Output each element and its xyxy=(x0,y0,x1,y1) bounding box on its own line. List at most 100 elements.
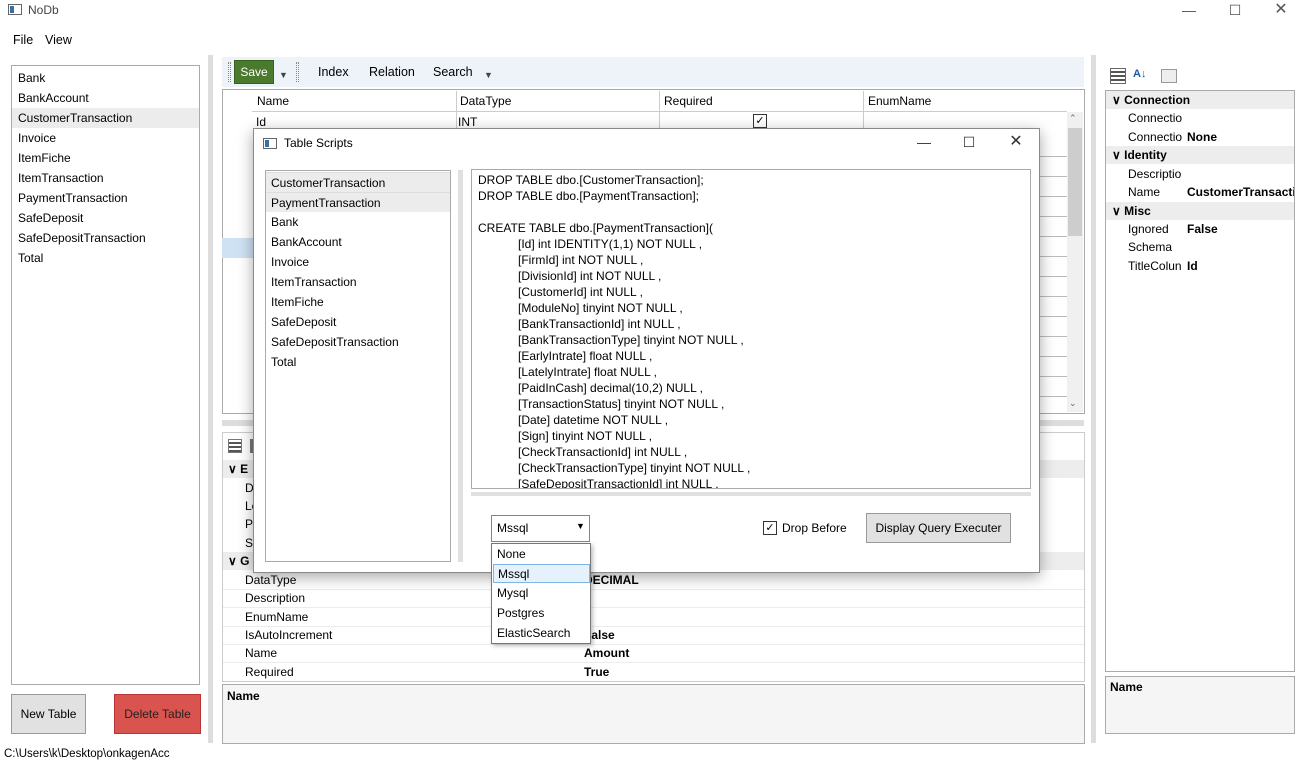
chevron-down-icon[interactable]: ▼ xyxy=(576,521,585,531)
property-value[interactable]: DECIMAL xyxy=(584,573,639,587)
chevron-down-icon[interactable]: ∨ xyxy=(1112,93,1121,107)
toolbar-grip[interactable] xyxy=(296,62,299,82)
property-category-label[interactable]: ∨ Connection xyxy=(1112,93,1190,107)
toolbar-overflow-icon[interactable]: ▼ xyxy=(279,70,288,80)
property-category-label[interactable]: ∨ G xyxy=(228,554,249,568)
toolbar-overflow-icon[interactable]: ▼ xyxy=(484,70,493,80)
property-name[interactable]: Ignored xyxy=(1128,222,1185,236)
database-type-dropdown[interactable]: None Mssql Mysql Postgres ElasticSearch xyxy=(491,543,591,644)
property-category-label[interactable]: ∨ Identity xyxy=(1112,148,1167,162)
property-name[interactable]: Name xyxy=(1128,185,1185,199)
chevron-down-icon[interactable]: ∨ xyxy=(1112,148,1121,162)
grid-header-datatype[interactable]: DataType xyxy=(460,91,511,111)
toolbar-grip[interactable] xyxy=(228,62,231,82)
property-category-label[interactable]: ∨ E xyxy=(228,462,248,476)
grid-cell-name[interactable]: Id xyxy=(256,115,266,129)
property-name[interactable]: Connectio xyxy=(1128,130,1185,144)
minimize-button[interactable]: — xyxy=(1166,0,1212,22)
property-name[interactable]: EnumName xyxy=(245,610,308,624)
list-item[interactable]: ItemTransaction xyxy=(266,272,450,292)
list-item[interactable]: BankAccount xyxy=(12,88,199,108)
list-item[interactable]: SafeDeposit xyxy=(266,312,450,332)
list-item[interactable]: SafeDepositTransaction xyxy=(12,228,199,248)
list-item[interactable]: CustomerTransaction xyxy=(266,172,450,192)
list-item-selected[interactable]: PaymentTransaction xyxy=(266,192,450,212)
dialog-horizontal-splitter[interactable] xyxy=(471,492,1031,496)
right-splitter[interactable] xyxy=(1091,55,1096,743)
property-value[interactable]: True xyxy=(584,665,609,679)
display-query-executer-button[interactable]: Display Query Executer xyxy=(866,513,1011,543)
property-name[interactable]: Name xyxy=(245,646,277,660)
relation-button[interactable]: Relation xyxy=(369,65,415,79)
save-button[interactable]: Save xyxy=(234,60,274,84)
grid-header-name[interactable]: Name xyxy=(257,91,289,111)
list-item[interactable]: Invoice xyxy=(266,252,450,272)
grid-cell-datatype[interactable]: INT xyxy=(458,115,477,129)
dropdown-option[interactable]: Mysql xyxy=(493,584,590,603)
chevron-down-icon[interactable]: ∨ xyxy=(1112,204,1121,218)
sql-script-textbox[interactable]: DROP TABLE dbo.[CustomerTransaction]; DR… xyxy=(471,169,1031,489)
dropdown-option-selected[interactable]: Mssql xyxy=(493,564,590,583)
property-value[interactable]: Amount xyxy=(584,646,629,660)
property-name[interactable]: DataType xyxy=(245,573,296,587)
chevron-down-icon[interactable]: ∨ xyxy=(228,554,237,568)
scroll-down-icon[interactable]: ⌄ xyxy=(1069,398,1077,409)
list-item[interactable]: Total xyxy=(12,248,199,268)
left-splitter[interactable] xyxy=(208,55,213,743)
drop-before-checkbox[interactable]: ✓ xyxy=(763,521,777,535)
property-pages-icon[interactable] xyxy=(1161,69,1177,83)
grid-header-enumname[interactable]: EnumName xyxy=(868,91,931,111)
maximize-button[interactable]: ☐ xyxy=(1212,0,1258,22)
menu-file[interactable]: File xyxy=(13,33,33,47)
grid-header-required[interactable]: Required xyxy=(664,91,713,111)
list-item[interactable]: ItemTransaction xyxy=(12,168,199,188)
dropdown-option[interactable]: ElasticSearch xyxy=(493,624,590,643)
property-name[interactable]: Required xyxy=(245,665,294,679)
dialog-maximize-button[interactable]: ☐ xyxy=(949,131,989,155)
property-category-label[interactable]: ∨ Misc xyxy=(1112,204,1151,218)
drop-before-label[interactable]: Drop Before xyxy=(782,521,847,535)
property-value[interactable]: CustomerTransaction xyxy=(1187,185,1294,199)
categorized-icon[interactable] xyxy=(228,439,242,453)
property-value[interactable]: None xyxy=(1187,130,1294,144)
grid-row-selected[interactable] xyxy=(222,238,254,258)
list-item[interactable]: Total xyxy=(266,352,450,372)
property-value[interactable]: Id xyxy=(1187,259,1294,273)
close-button[interactable]: ✕ xyxy=(1258,0,1304,22)
dialog-splitter[interactable] xyxy=(458,170,463,562)
menu-view[interactable]: View xyxy=(45,33,72,47)
property-value[interactable]: False xyxy=(1187,222,1294,236)
list-item[interactable]: SafeDeposit xyxy=(12,208,199,228)
property-name[interactable]: Descriptio xyxy=(1128,167,1185,181)
dialog-close-button[interactable]: ✕ xyxy=(996,131,1036,155)
sort-alphabetical-icon[interactable]: A↓ xyxy=(1133,68,1151,84)
list-item[interactable]: Bank xyxy=(12,68,199,88)
chevron-down-icon[interactable]: ∨ xyxy=(228,462,237,476)
list-item[interactable]: SafeDepositTransaction xyxy=(266,332,450,352)
property-name[interactable]: Connectio xyxy=(1128,111,1185,125)
table-list[interactable]: Bank BankAccount CustomerTransaction Inv… xyxy=(11,65,200,685)
list-item[interactable]: Bank xyxy=(266,212,450,232)
categorized-icon[interactable] xyxy=(1110,68,1126,84)
sql-script-text[interactable]: DROP TABLE dbo.[CustomerTransaction]; DR… xyxy=(478,172,1024,488)
search-button[interactable]: Search xyxy=(433,65,473,79)
dialog-minimize-button[interactable]: — xyxy=(904,131,944,155)
grid-required-checkbox[interactable]: ✓ xyxy=(753,114,767,128)
list-item[interactable]: ItemFiche xyxy=(12,148,199,168)
list-item[interactable]: PaymentTransaction xyxy=(12,188,199,208)
grid-scrollbar-thumb[interactable] xyxy=(1068,128,1082,236)
index-button[interactable]: Index xyxy=(318,65,349,79)
dropdown-option[interactable]: Postgres xyxy=(493,604,590,623)
dropdown-option[interactable]: None xyxy=(493,545,590,564)
property-name[interactable]: Description xyxy=(245,591,305,605)
list-item[interactable]: ItemFiche xyxy=(266,292,450,312)
list-item-selected[interactable]: CustomerTransaction xyxy=(12,108,199,128)
list-item[interactable]: Invoice xyxy=(12,128,199,148)
scroll-up-icon[interactable]: ⌃ xyxy=(1069,113,1077,124)
new-table-button[interactable]: New Table xyxy=(11,694,86,734)
list-item[interactable]: BankAccount xyxy=(266,232,450,252)
property-name[interactable]: IsAutoIncrement xyxy=(245,628,332,642)
delete-table-button[interactable]: Delete Table xyxy=(114,694,201,734)
property-name[interactable]: TitleColun xyxy=(1128,259,1185,273)
dialog-table-list[interactable]: CustomerTransaction PaymentTransaction B… xyxy=(265,170,451,562)
